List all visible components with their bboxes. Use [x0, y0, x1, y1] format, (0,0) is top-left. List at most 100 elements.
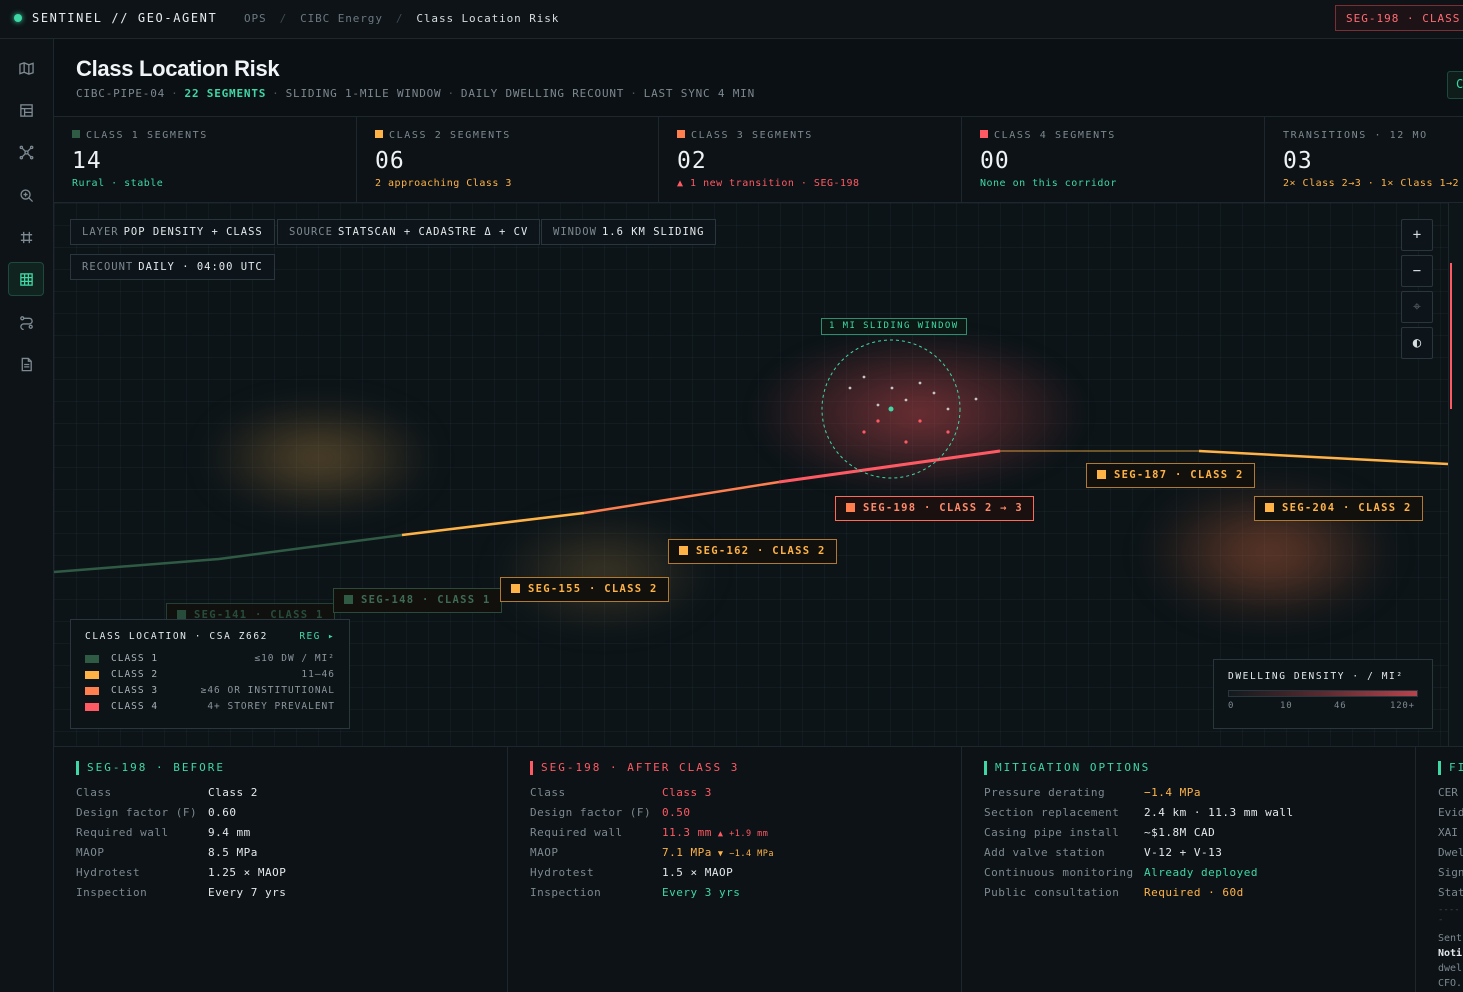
chip-key: LAYER — [82, 226, 119, 238]
kv-key: Casing pipe install — [984, 826, 1120, 839]
pipeline-class-3[interactable] — [583, 480, 780, 515]
mitigation-row[interactable]: Section replacement 2.4 km · 11.3 mm wall — [984, 803, 1415, 823]
kv-value: Already deployed — [1144, 866, 1258, 879]
segment-label-seg-148[interactable]: SEG-148 · CLASS 1 — [333, 588, 502, 613]
recenter-button[interactable]: ⌖ — [1401, 291, 1433, 323]
chip-value: 1.6 KM SLIDING — [601, 226, 705, 238]
chip-value: POP DENSITY + CLASS — [123, 226, 263, 238]
class-swatch — [85, 687, 99, 695]
kv-row: Class Class 3 — [530, 783, 961, 803]
class-2-swatch — [375, 130, 383, 138]
density-ticks: 0 10 46 120+ — [1228, 701, 1418, 713]
density-gradient-bar — [1228, 690, 1418, 697]
kv-row: MAOP 7.1 MPa ▼ −1.4 MPa — [530, 843, 961, 863]
layout-icon — [19, 103, 33, 117]
segment-label-seg-198[interactable]: SEG-198 · CLASS 2 → 3 — [835, 496, 1035, 521]
sidebar-item-map[interactable] — [8, 51, 44, 85]
legend-reg-link[interactable]: REG ▸ — [299, 631, 335, 642]
segment-label-seg-162[interactable]: SEG-162 · CLASS 2 — [668, 539, 837, 564]
findings-row: CER — [1438, 786, 1458, 799]
class-swatch — [85, 655, 99, 663]
header-action-button[interactable]: C — [1447, 71, 1463, 99]
stat-value: 06 — [375, 148, 405, 174]
stat-label: TRANSITIONS · 12 MO — [1283, 130, 1428, 141]
segment-label-text: SEG-198 · CLASS 2 → 3 — [863, 502, 1024, 514]
alert-chip[interactable]: SEG-198 · CLASS — [1335, 5, 1463, 31]
zoom-out-button[interactable]: − — [1401, 255, 1433, 287]
status-dot-icon — [14, 14, 22, 22]
kv-value: V-12 + V-13 — [1144, 846, 1223, 859]
zoom-in-button[interactable]: + — [1401, 219, 1433, 251]
zoom-search-icon — [19, 188, 33, 202]
density-tick: 46 — [1334, 701, 1347, 711]
panel-before: SEG-198 · BEFORE Class Class 2 Design fac… — [54, 747, 508, 992]
kv-value: 1.25 × MAOP — [208, 866, 287, 879]
class-swatch — [1265, 503, 1274, 512]
pipeline-class-1[interactable] — [54, 533, 403, 574]
window-chip[interactable]: WINDOW 1.6 KM SLIDING — [541, 219, 717, 245]
segment-label-text: SEG-204 · CLASS 2 — [1282, 502, 1412, 514]
kv-value: 11.3 mm — [662, 826, 712, 839]
map-canvas[interactable]: 1 MI SLIDING WINDOW LAYER POP DENSITY + C… — [54, 203, 1448, 746]
kv-value: Class 2 — [208, 786, 258, 799]
kv-key: Public consultation — [984, 886, 1120, 899]
mitigation-row[interactable]: Continuous monitoring Already deployed — [984, 863, 1415, 883]
kv-value: Every 7 yrs — [208, 886, 287, 899]
segment-label-seg-204[interactable]: SEG-204 · CLASS 2 — [1254, 496, 1423, 521]
page-title: Class Location Risk — [76, 56, 280, 81]
stat-label: CLASS 1 SEGMENTS — [86, 130, 208, 141]
segment-label-seg-155[interactable]: SEG-155 · CLASS 2 — [500, 577, 669, 602]
sync-info: LAST SYNC 4 MIN — [643, 87, 755, 100]
segment-count: 22 SEGMENTS — [184, 87, 267, 100]
sidebar-item-routes[interactable] — [8, 305, 44, 339]
pipeline-class-2[interactable] — [401, 511, 585, 537]
legend-row-class-1: CLASS 1 ≤10 DW / MI² — [85, 652, 335, 668]
breadcrumb-client[interactable]: CIBC Energy — [300, 12, 383, 25]
segment-label-text: SEG-162 · CLASS 2 — [696, 545, 826, 557]
source-chip[interactable]: SOURCE STATSCAN + CADASTRE Δ + CV — [277, 219, 541, 245]
network-icon — [19, 145, 33, 159]
mitigation-row[interactable]: Public consultation Required · 60d — [984, 883, 1415, 903]
mitigation-row[interactable]: Add valve station V-12 + V-13 — [984, 843, 1415, 863]
sidebar-item-class-location[interactable] — [8, 262, 44, 296]
legend-row-class-2: CLASS 2 11–46 — [85, 668, 335, 684]
panel-title: MITIGATION OPTIONS — [984, 761, 1415, 775]
window-info: SLIDING 1-MILE WINDOW — [285, 87, 442, 100]
rail-alert-bar — [1450, 263, 1452, 409]
kv-value: Class 3 — [662, 786, 712, 799]
contrast-toggle-button[interactable]: ◐ — [1401, 327, 1433, 359]
chip-value: DAILY · 04:00 UTC — [138, 261, 263, 273]
class-3-swatch — [677, 130, 685, 138]
class-swatch — [177, 610, 186, 619]
kv-key: Continuous monitoring — [984, 866, 1134, 879]
sidebar-item-search[interactable] — [8, 178, 44, 212]
page-subtitle: CIBC-PIPE-04 · 22 SEGMENTS · SLIDING 1-MILE … — [76, 87, 755, 100]
kv-value: Required · 60d — [1144, 886, 1244, 899]
layer-chip[interactable]: LAYER POP DENSITY + CLASS — [70, 219, 275, 245]
findings-divider: ----- — [1438, 905, 1460, 925]
mitigation-row[interactable]: Pressure derating −1.4 MPa — [984, 783, 1415, 803]
stat-note: 2 approaching Class 3 — [375, 178, 512, 189]
kv-value: 1.5 × MAOP — [662, 866, 734, 879]
mitigation-row[interactable]: Casing pipe install ~$1.8M CAD — [984, 823, 1415, 843]
kv-key: Inspection — [530, 886, 602, 899]
stat-label: CLASS 4 SEGMENTS — [994, 130, 1116, 141]
sidebar-item-layout[interactable] — [8, 93, 44, 127]
segment-label-text: SEG-148 · CLASS 1 — [361, 594, 491, 606]
breadcrumb-ops[interactable]: OPS — [244, 12, 267, 25]
app-brand[interactable]: SENTINEL // GEO-AGENT — [32, 11, 217, 25]
map-side-rail[interactable] — [1448, 203, 1463, 746]
sidebar-item-grid[interactable] — [8, 220, 44, 254]
segment-label-seg-187[interactable]: SEG-187 · CLASS 2 — [1086, 463, 1255, 488]
sidebar-item-network[interactable] — [8, 135, 44, 169]
recount-chip[interactable]: RECOUNT DAILY · 04:00 UTC — [70, 254, 275, 280]
kv-key: Section replacement — [984, 806, 1120, 819]
chip-key: RECOUNT — [82, 261, 134, 273]
legend-range: ≤10 DW / MI² — [254, 653, 335, 664]
kv-value: ~$1.8M CAD — [1144, 826, 1216, 839]
chip-key: WINDOW — [553, 226, 597, 238]
legend-row-class-3: CLASS 3 ≥46 OR INSTITUTIONAL — [85, 684, 335, 700]
pipeline-seg-198[interactable] — [778, 449, 1001, 484]
sidebar-item-reports[interactable] — [8, 347, 44, 381]
stat-note: None on this corridor — [980, 178, 1117, 189]
